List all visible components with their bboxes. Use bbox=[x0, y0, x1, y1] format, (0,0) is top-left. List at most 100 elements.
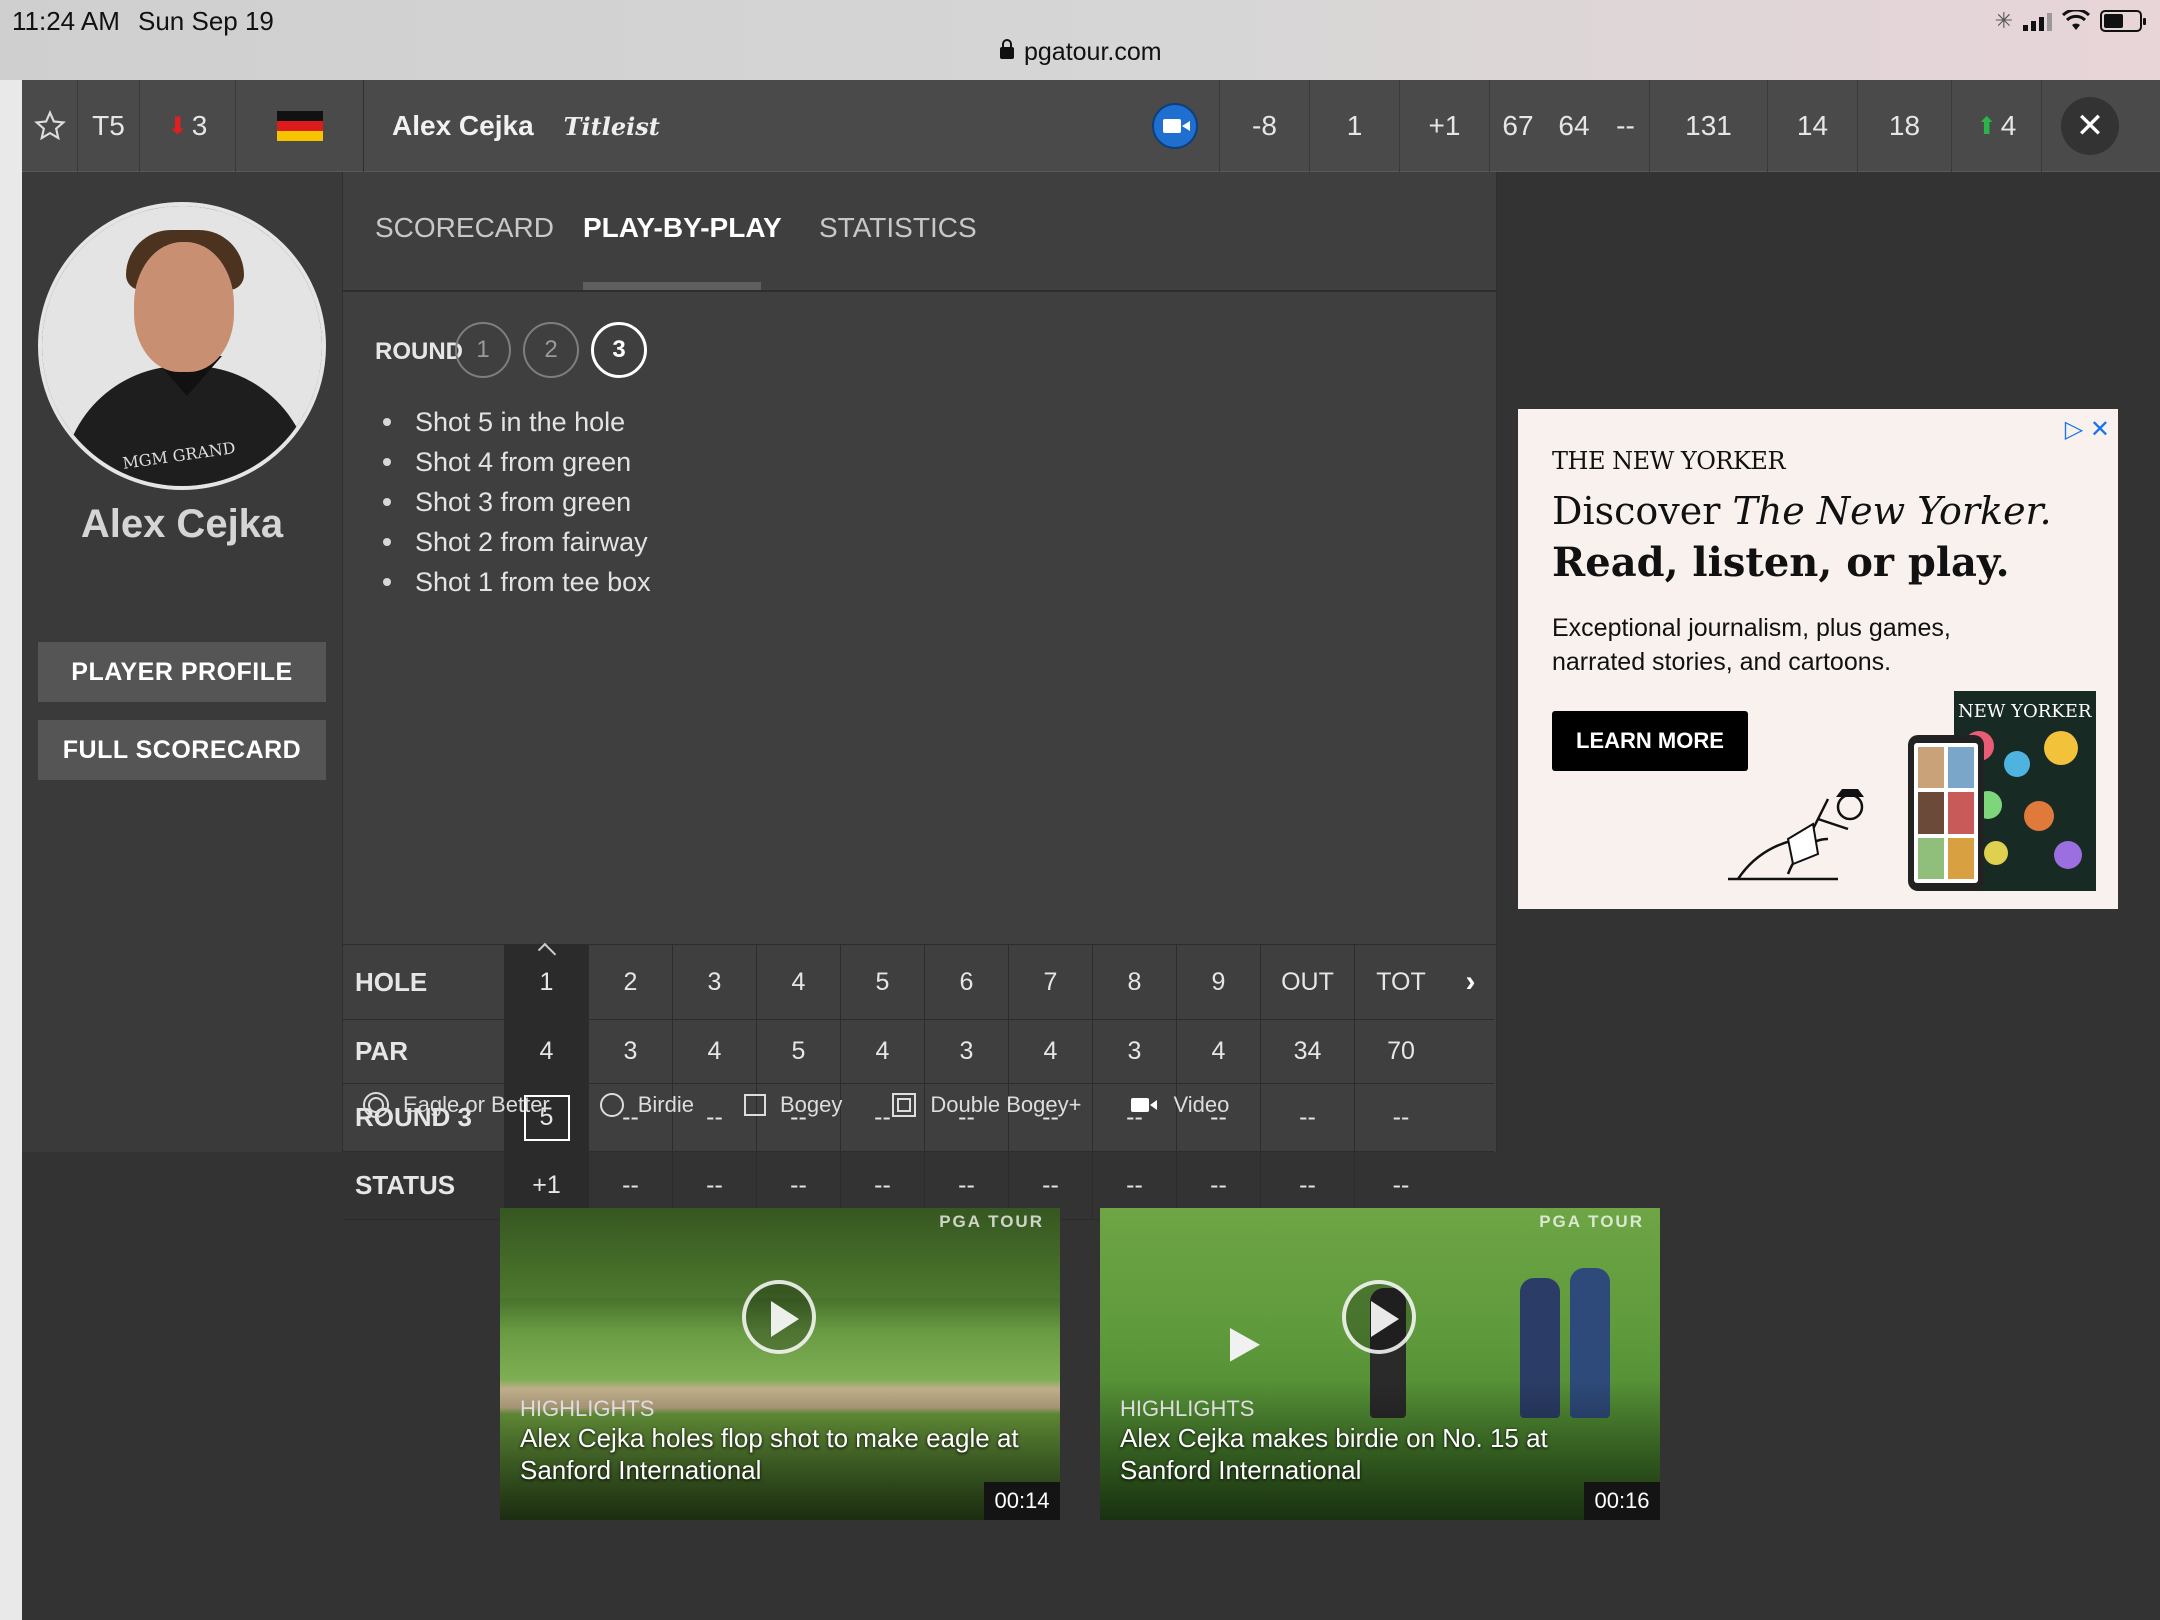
player-name-cell[interactable]: Alex Cejka Titleist bbox=[364, 80, 864, 172]
round-3-button[interactable]: 3 bbox=[591, 322, 647, 378]
position-movement: ⬇ 3 bbox=[140, 80, 236, 172]
hole-cell[interactable]: 8 bbox=[1093, 945, 1177, 1020]
par-cell: 4 bbox=[1177, 1020, 1261, 1084]
hole-cell[interactable]: 3 bbox=[673, 945, 757, 1020]
video-kicker: HIGHLIGHTS bbox=[1120, 1396, 1255, 1421]
player-panel: MGM GRAND Alex Cejka PLAYER PROFILE FULL… bbox=[22, 172, 342, 1152]
video-button[interactable] bbox=[1130, 80, 1220, 172]
list-item: Shot 2 from fairway bbox=[383, 522, 651, 562]
full-scorecard-button[interactable]: FULL SCORECARD bbox=[38, 720, 326, 780]
reader-illustration bbox=[1728, 789, 1864, 881]
close-icon: ✕ bbox=[2061, 97, 2119, 155]
filler-cell bbox=[1447, 1020, 1494, 1084]
par-cell: 4 bbox=[673, 1020, 757, 1084]
stat-two: 18 bbox=[1858, 80, 1952, 172]
video-duration: 00:14 bbox=[984, 1482, 1060, 1520]
play-icon[interactable] bbox=[742, 1280, 816, 1354]
close-button[interactable]: ✕ bbox=[2042, 80, 2138, 172]
par-cell: 3 bbox=[1093, 1020, 1177, 1084]
to-par: -8 bbox=[1220, 80, 1310, 172]
ad-headline-part: Discover bbox=[1552, 489, 1733, 533]
chevron-up-icon bbox=[537, 942, 556, 962]
cell-value: 1 bbox=[539, 967, 554, 996]
cellular-signal-icon bbox=[2023, 11, 2052, 31]
video-kicker: HIGHLIGHTS bbox=[520, 1396, 655, 1421]
hole-cell[interactable]: 6 bbox=[925, 945, 1009, 1020]
par-cell: 34 bbox=[1261, 1020, 1355, 1084]
square-icon bbox=[744, 1094, 766, 1116]
tab-play-by-play[interactable]: PLAY-BY-PLAY bbox=[583, 212, 782, 244]
list-item: Shot 3 from green bbox=[383, 482, 651, 522]
arrow-down-icon: ⬇ bbox=[167, 112, 188, 140]
thru: 1 bbox=[1310, 80, 1400, 172]
position: T5 bbox=[78, 80, 140, 172]
round-1-button[interactable]: 1 bbox=[455, 322, 511, 378]
legend-label: Bogey bbox=[780, 1092, 843, 1117]
loading-icon: ✳ bbox=[1994, 8, 2013, 33]
legend-video: Video bbox=[1131, 1092, 1229, 1118]
par-cell: 5 bbox=[757, 1020, 841, 1084]
pga-tour-logo: PGA TOUR bbox=[1539, 1212, 1644, 1231]
par-cell: 4 bbox=[505, 1020, 589, 1084]
out-cell: OUT bbox=[1261, 945, 1355, 1020]
score-cell: -- bbox=[1355, 1084, 1447, 1152]
row-label: PAR bbox=[343, 1020, 505, 1084]
table-row: PAR 4 3 4 5 4 3 4 3 4 34 70 bbox=[343, 1020, 1498, 1084]
favorite-star-icon[interactable] bbox=[22, 80, 78, 172]
video-card[interactable]: PGA TOUR HIGHLIGHTS Alex Cejka holes flo… bbox=[500, 1208, 1060, 1520]
topbar-player-name: Alex Cejka bbox=[392, 110, 534, 141]
advertisement[interactable]: ▷ ✕ THE NEW YORKER Discover The New York… bbox=[1518, 409, 2118, 909]
play-icon[interactable] bbox=[1342, 1280, 1416, 1354]
video-title[interactable]: Alex Cejka holes flop shot to make eagle… bbox=[520, 1422, 1020, 1486]
row-label: STATUS bbox=[343, 1152, 505, 1220]
cover-masthead: NEW YORKER bbox=[1958, 701, 2092, 722]
hole-1-cell[interactable]: 1 bbox=[505, 942, 589, 1020]
round2-score: 64 bbox=[1558, 110, 1590, 141]
status-bar: 11:24 AM Sun Sep 19 pgatour.com ✳ bbox=[0, 0, 2160, 80]
player-name: Alex Cejka bbox=[80, 502, 284, 546]
battery-icon bbox=[2100, 10, 2146, 32]
table-row: HOLE 1 2 3 4 5 6 7 8 9 OUT TOT › bbox=[343, 942, 1498, 1020]
system-icons: ✳ bbox=[1994, 8, 2146, 34]
ad-brand: THE NEW YORKER bbox=[1552, 447, 1786, 475]
tab-scorecard[interactable]: SCORECARD bbox=[375, 212, 554, 244]
address-bar[interactable]: pgatour.com bbox=[1000, 38, 1162, 67]
round-label: ROUND bbox=[375, 338, 463, 365]
ad-choices-icon[interactable]: ▷ ✕ bbox=[2065, 415, 2110, 444]
hole-cell[interactable]: 9 bbox=[1177, 945, 1261, 1020]
player-profile-button[interactable]: PLAYER PROFILE bbox=[38, 642, 326, 702]
pga-tour-logo: PGA TOUR bbox=[939, 1212, 1044, 1231]
video-camera-icon bbox=[1151, 103, 1198, 149]
date: Sun Sep 19 bbox=[138, 6, 274, 36]
sponsor-logo: Titleist bbox=[563, 111, 660, 141]
country-flag bbox=[236, 80, 364, 172]
stat-three-value: 4 bbox=[2000, 110, 2017, 141]
hole-cell[interactable]: 5 bbox=[841, 945, 925, 1020]
arrow-up-icon: ⬆ bbox=[1976, 112, 1997, 140]
hole-cell[interactable]: 7 bbox=[1009, 945, 1093, 1020]
tab-statistics[interactable]: STATISTICS bbox=[819, 212, 977, 244]
next-holes-button[interactable]: › bbox=[1447, 945, 1494, 1020]
scorecard-panel: SCORECARD PLAY-BY-PLAY STATISTICS ROUND … bbox=[342, 172, 1498, 1220]
wifi-icon bbox=[2062, 10, 2090, 30]
movement-value: 3 bbox=[191, 110, 208, 141]
legend-bogey: Bogey bbox=[744, 1092, 842, 1118]
video-title[interactable]: Alex Cejka makes birdie on No. 15 at San… bbox=[1120, 1422, 1620, 1486]
par-cell: 3 bbox=[589, 1020, 673, 1084]
chevron-right-icon: › bbox=[1465, 965, 1476, 998]
circle-icon bbox=[599, 1093, 624, 1117]
list-item: Shot 4 from green bbox=[383, 442, 651, 482]
double-circle-icon bbox=[363, 1092, 389, 1118]
player-photo: MGM GRAND bbox=[38, 202, 326, 490]
shot-list: Shot 5 in the hole Shot 4 from green Sho… bbox=[383, 402, 651, 602]
video-card[interactable]: PGA TOUR HIGHLIGHTS Alex Cejka makes bir… bbox=[1100, 1208, 1660, 1520]
learn-more-button[interactable]: LEARN MORE bbox=[1552, 711, 1748, 771]
video-camera-icon bbox=[1131, 1098, 1158, 1112]
tot-cell: TOT bbox=[1355, 945, 1447, 1020]
active-tab-indicator bbox=[583, 282, 761, 290]
round-2-button[interactable]: 2 bbox=[523, 322, 579, 378]
list-item: Shot 5 in the hole bbox=[383, 402, 651, 442]
hole-cell[interactable]: 2 bbox=[589, 945, 673, 1020]
clock: 11:24 AM bbox=[12, 6, 120, 36]
hole-cell[interactable]: 4 bbox=[757, 945, 841, 1020]
